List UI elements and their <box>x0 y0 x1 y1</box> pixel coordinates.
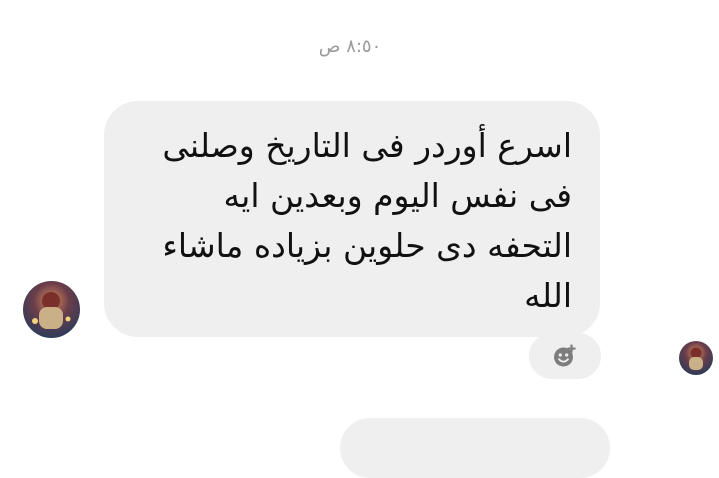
avatar-image <box>23 281 80 338</box>
add-reaction-icon <box>554 344 576 367</box>
seen-avatar <box>679 341 713 375</box>
message-bubble[interactable]: اسرع أوردر فى التاريخ وصلنى فى نفس اليوم… <box>104 101 600 337</box>
sender-avatar[interactable] <box>23 281 80 338</box>
message-text: اسرع أوردر فى التاريخ وصلنى فى نفس اليوم… <box>162 126 572 315</box>
next-message-bubble[interactable] <box>340 418 610 478</box>
avatar-image <box>679 341 713 375</box>
message-timestamp: ٨:٥٠ ص <box>318 36 382 57</box>
add-reaction-button[interactable] <box>529 333 601 379</box>
